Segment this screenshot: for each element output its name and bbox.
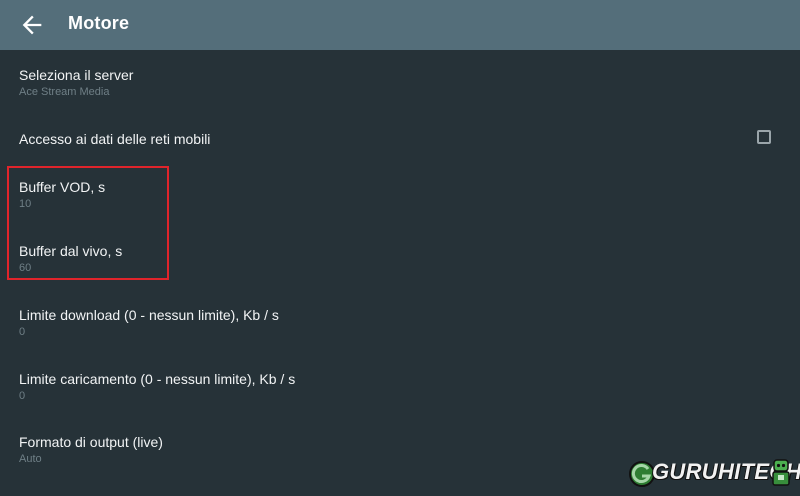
mobile-data-checkbox[interactable] — [757, 130, 771, 144]
setting-label: Limite caricamento (0 - nessun limite), … — [19, 371, 296, 387]
setting-value: Auto — [19, 453, 42, 465]
setting-upload-limit[interactable]: Limite caricamento (0 - nessun limite), … — [0, 363, 800, 427]
robot-icon — [772, 459, 790, 486]
arrow-back-icon — [22, 15, 42, 35]
app-bar: Motore — [0, 0, 800, 50]
highlight-box — [7, 166, 169, 280]
setting-value: Ace Stream Media — [19, 86, 110, 98]
watermark: GURUHITECH — [628, 458, 800, 490]
setting-label: Formato di output (live) — [19, 434, 163, 450]
page-title: Motore — [68, 13, 130, 33]
setting-value: 0 — [19, 326, 26, 338]
back-button[interactable] — [18, 11, 46, 39]
setting-label: Seleziona il server — [19, 67, 134, 83]
setting-value: 0 — [19, 390, 26, 402]
setting-label: Accesso ai dati delle reti mobili — [19, 131, 211, 147]
setting-label: Limite download (0 - nessun limite), Kb … — [19, 307, 279, 323]
setting-download-limit[interactable]: Limite download (0 - nessun limite), Kb … — [0, 299, 800, 363]
setting-select-server[interactable]: Seleziona il server Ace Stream Media — [0, 58, 800, 122]
